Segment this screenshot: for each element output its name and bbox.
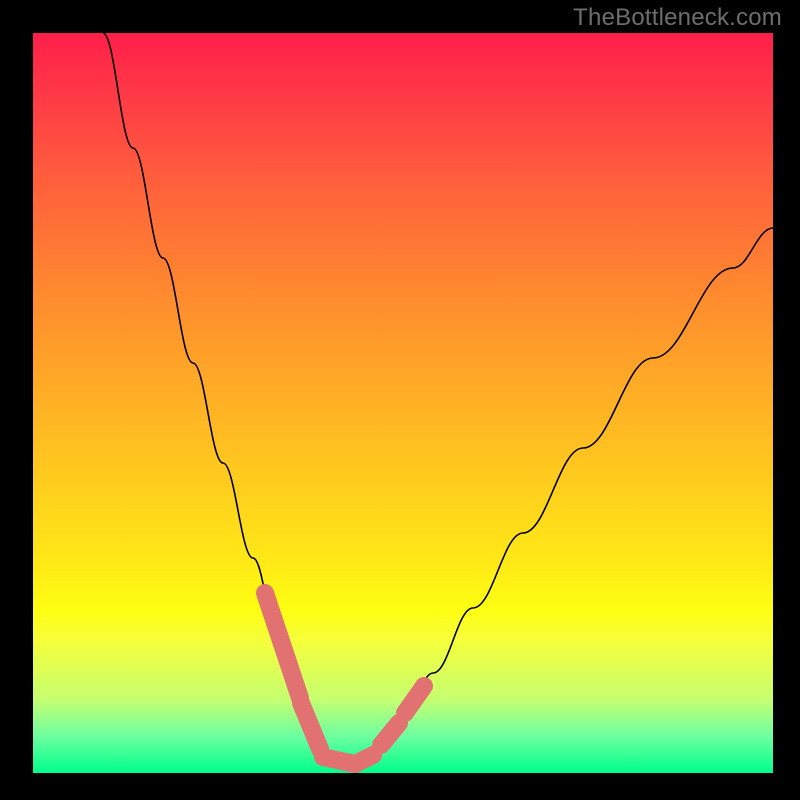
chart-svg — [33, 33, 773, 773]
watermark-text: TheBottleneck.com — [573, 4, 782, 32]
curve-line — [103, 33, 773, 768]
trough-highlight-segment — [405, 686, 424, 713]
trough-highlight-group — [265, 593, 424, 764]
chart-frame — [33, 33, 773, 773]
trough-highlight-segment — [381, 723, 399, 745]
trough-highlight-segment — [359, 755, 373, 762]
trough-highlight-segment — [265, 593, 300, 698]
trough-highlight-segment — [301, 703, 320, 749]
